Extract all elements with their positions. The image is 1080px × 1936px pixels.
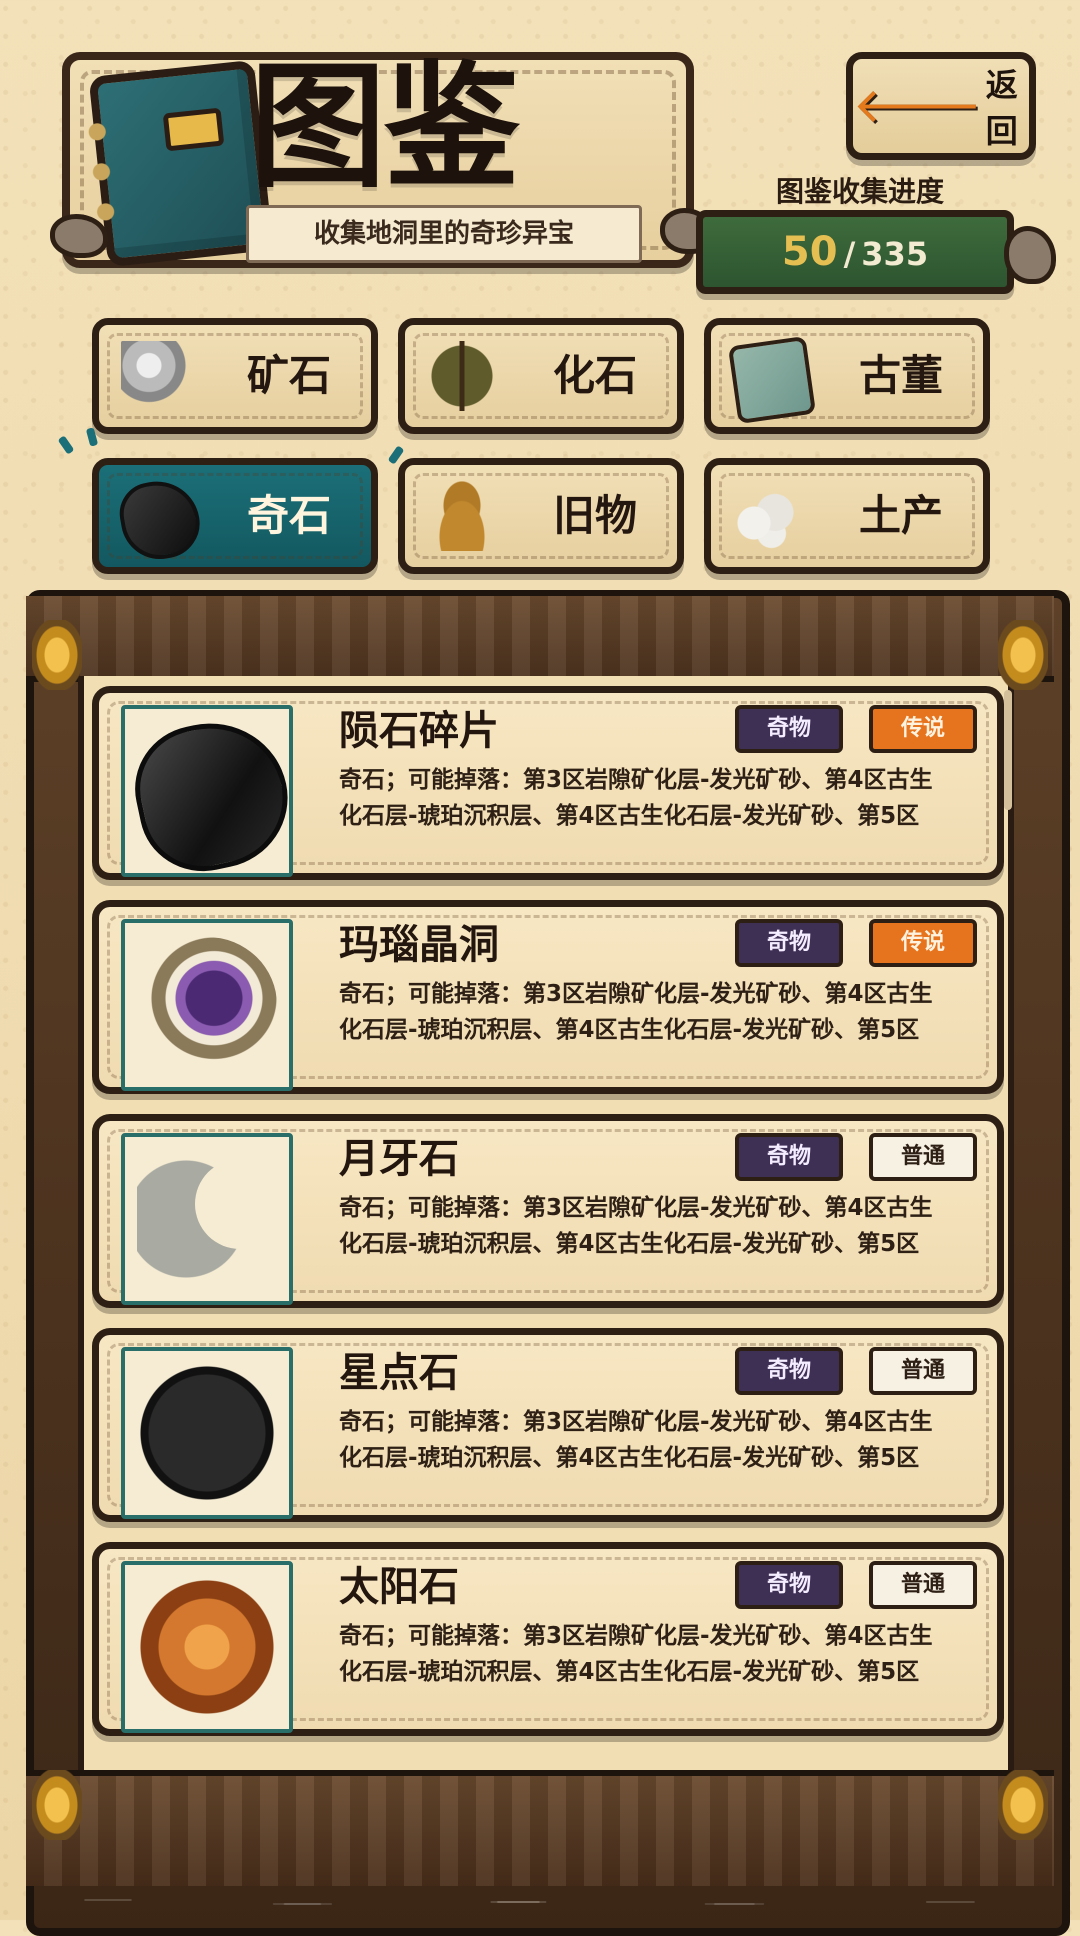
item-description-line2: 化石层-琥珀沉积层、第4区古生化石层-发光矿砂、第5区 [339, 1231, 920, 1257]
item-name: 太阳石 [339, 1564, 459, 1610]
item-name: 月牙石 [339, 1136, 459, 1182]
item-description-line1: 奇石；可能掉落：第3区岩隙矿化层-发光矿砂、第4区古生 [339, 1623, 933, 1649]
list-item[interactable]: 月牙石 奇物 普通 奇石；可能掉落：第3区岩隙矿化层-发光矿砂、第4区古生 化石… [92, 1114, 1004, 1308]
bell-icon [427, 481, 497, 551]
jade-tablet-icon [727, 335, 817, 425]
frame-bottom-beam [26, 1770, 1054, 1886]
progress-separator: / [843, 235, 856, 273]
item-description-line1: 奇石；可能掉落：第3区岩隙矿化层-发光矿砂、第4区古生 [339, 1195, 933, 1221]
item-thumbnail [121, 1133, 293, 1305]
tab-antique[interactable]: 古董 [704, 318, 990, 434]
rarity-badge: 传说 [869, 705, 977, 753]
list-scrollbar[interactable] [1004, 690, 1012, 810]
rarity-badge: 普通 [869, 1347, 977, 1395]
crystal-cluster-icon [733, 481, 803, 551]
sun-stone-icon [137, 1579, 277, 1715]
tab-local-produce[interactable]: 土产 [704, 458, 990, 574]
meteorite-icon [123, 709, 301, 883]
item-name: 玛瑙晶洞 [339, 922, 499, 968]
book-label [162, 107, 225, 152]
item-description-line2: 化石层-琥珀沉积层、第4区古生化石层-发光矿砂、第5区 [339, 1017, 920, 1043]
black-rock-icon [114, 474, 206, 566]
rarity-badge: 普通 [869, 1133, 977, 1181]
tab-old-items[interactable]: 旧物 [398, 458, 684, 574]
rock-decoration [1004, 226, 1056, 284]
kind-badge: 奇物 [735, 1347, 843, 1395]
item-name: 陨石碎片 [339, 708, 499, 754]
selection-spark-icon [57, 435, 75, 455]
item-description-line2: 化石层-琥珀沉积层、第4区古生化石层-发光矿砂、第5区 [339, 803, 920, 829]
item-thumbnail [121, 919, 293, 1091]
item-description-line1: 奇石；可能掉落：第3区岩隙矿化层-发光矿砂、第4区古生 [339, 767, 933, 793]
fern-fossil-icon [427, 341, 497, 411]
kind-badge: 奇物 [735, 705, 843, 753]
tab-fossil[interactable]: 化石 [398, 318, 684, 434]
kind-badge: 奇物 [735, 1561, 843, 1609]
tab-label: 化石 [552, 351, 637, 400]
page-title: 图鉴 [250, 49, 520, 207]
rock-decoration [50, 214, 108, 258]
selection-spark-icon [85, 427, 99, 447]
frame-top-beam [26, 596, 1054, 682]
collection-progress: 50/335 [696, 210, 1014, 294]
page-subtitle: 收集地洞里的奇珍异宝 [246, 205, 642, 263]
item-description-line1: 奇石；可能掉落：第3区岩隙矿化层-发光矿砂、第4区古生 [339, 1409, 933, 1435]
gold-stud-icon [998, 620, 1048, 690]
item-description-line2: 化石层-琥珀沉积层、第4区古生化石层-发光矿砂、第5区 [339, 1445, 920, 1471]
rock-ground-decoration [0, 1880, 1080, 1920]
list-item[interactable]: 陨石碎片 奇物 传说 奇石；可能掉落：第3区岩隙矿化层-发光矿砂、第4区古生 化… [92, 686, 1004, 883]
tab-label: 土产 [858, 491, 943, 540]
list-item[interactable]: 太阳石 奇物 普通 奇石；可能掉落：第3区岩隙矿化层-发光矿砂、第4区古生 化石… [92, 1542, 1004, 1736]
geode-icon [137, 937, 277, 1073]
back-button[interactable]: 🡐 返回 [846, 52, 1036, 160]
ore-icon [121, 341, 191, 411]
gold-stud-icon [32, 620, 82, 690]
tab-label: 矿石 [246, 351, 331, 400]
kind-badge: 奇物 [735, 919, 843, 967]
tab-curio-stone[interactable]: 奇石 [92, 458, 378, 574]
progress-total: 335 [861, 235, 929, 273]
crescent-stone-icon [137, 1151, 285, 1287]
item-thumbnail [121, 1347, 293, 1519]
star-stone-icon [137, 1365, 277, 1501]
arrow-left-icon: 🡐 [853, 78, 982, 134]
gold-stud-icon [32, 1770, 82, 1840]
tab-ore[interactable]: 矿石 [92, 318, 378, 434]
item-thumbnail [121, 705, 301, 883]
kind-badge: 奇物 [735, 1133, 843, 1181]
progress-current: 50 [781, 229, 838, 275]
gold-stud-icon [998, 1770, 1048, 1840]
progress-label: 图鉴收集进度 [775, 175, 944, 208]
list-item[interactable]: 星点石 奇物 普通 奇石；可能掉落：第3区岩隙矿化层-发光矿砂、第4区古生 化石… [92, 1328, 1004, 1522]
item-thumbnail [121, 1561, 293, 1733]
back-button-label: 返回 [985, 66, 1018, 150]
item-name: 星点石 [339, 1350, 459, 1396]
rarity-badge: 传说 [869, 919, 977, 967]
tab-label: 旧物 [552, 491, 637, 540]
rarity-badge: 普通 [869, 1561, 977, 1609]
tab-label: 古董 [858, 351, 943, 400]
item-description-line1: 奇石；可能掉落：第3区岩隙矿化层-发光矿砂、第4区古生 [339, 981, 933, 1007]
tab-label: 奇石 [246, 491, 331, 540]
item-description-line2: 化石层-琥珀沉积层、第4区古生化石层-发光矿砂、第5区 [339, 1659, 920, 1685]
list-item[interactable]: 玛瑙晶洞 奇物 传说 奇石；可能掉落：第3区岩隙矿化层-发光矿砂、第4区古生 化… [92, 900, 1004, 1094]
